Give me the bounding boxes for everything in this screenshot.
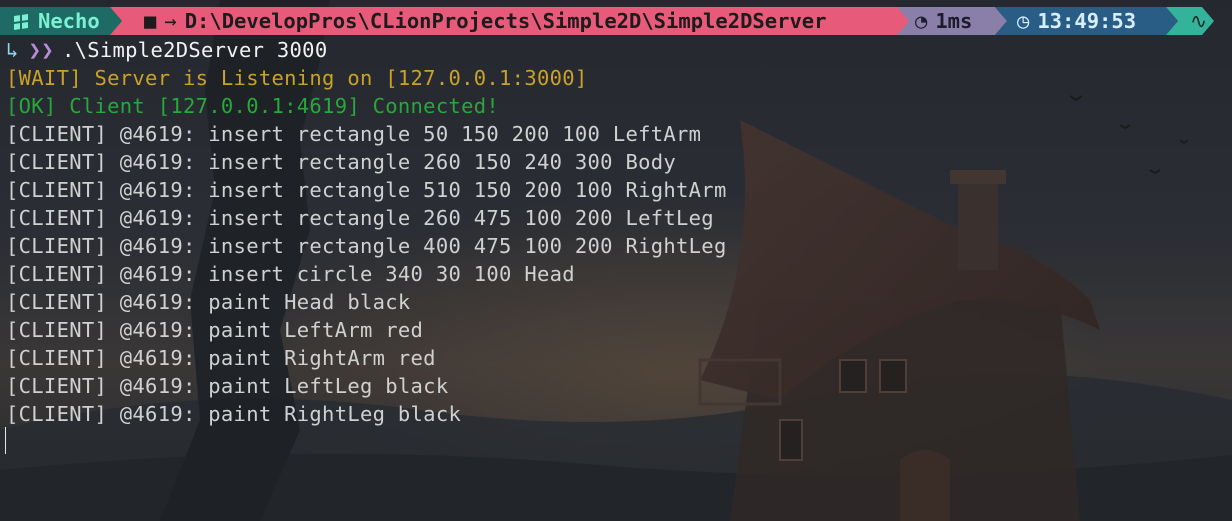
folder-icon: ■ [144, 9, 157, 33]
prompt-time-segment: ◷ 13:49:53 [995, 7, 1178, 35]
prompt-chevron-icon: ❯❯ [28, 38, 54, 62]
output-line-client: [CLIENT] @4619: paint Head black [6, 290, 411, 314]
timer-icon: ◔ [915, 9, 928, 33]
prompt-bar: Necho ■ → D:\DevelopPros\CLionProjects\Sim… [0, 7, 1232, 35]
output-line-client: [CLIENT] @4619: paint RightLeg black [6, 402, 462, 426]
command-line: ↳ ❯❯ .\Simple2DServer 3000 [6, 36, 1226, 64]
arrow-right-icon: → [164, 9, 177, 33]
prompt-user-segment: Necho [0, 7, 122, 35]
command-arg: 3000 [276, 38, 328, 62]
output-line-ok: [OK] Client [127.0.0.1:4619] Connected! [6, 94, 500, 118]
output-line-client: [CLIENT] @4619: insert rectangle 260 475… [6, 206, 714, 230]
text-cursor[interactable] [5, 427, 6, 454]
output-line-client: [CLIENT] @4619: paint LeftLeg black [6, 374, 449, 398]
output-line-client: [CLIENT] @4619: insert rectangle 510 150… [6, 178, 727, 202]
clock-icon: ◷ [1017, 9, 1030, 33]
terminal-output[interactable]: ↳ ❯❯ .\Simple2DServer 3000 [WAIT] Server i… [6, 36, 1226, 428]
prompt-duration: 1ms [935, 9, 973, 33]
output-line-client: [CLIENT] @4619: paint LeftArm red [6, 318, 424, 342]
prompt-path-segment: ■ → D:\DevelopPros\CLionProjects\Simple2D\… [110, 7, 910, 35]
prompt-time: 13:49:53 [1037, 9, 1137, 33]
pulse-icon: ∿ [1190, 9, 1208, 33]
command-name: .\Simple2DServer [61, 38, 265, 62]
prompt-user: Necho [38, 9, 100, 33]
output-line-client: [CLIENT] @4619: insert rectangle 50 150 … [6, 122, 702, 146]
return-arrow-icon: ↳ [6, 38, 19, 62]
output-line-client: [CLIENT] @4619: insert rectangle 400 475… [6, 234, 727, 258]
prompt-duration-segment: ◔ 1ms [897, 7, 1007, 35]
prompt-path: D:\DevelopPros\CLionProjects\Simple2D\Si… [184, 9, 827, 33]
output-line-client: [CLIENT] @4619: insert rectangle 260 150… [6, 150, 677, 174]
output-line-client: [CLIENT] @4619: paint RightArm red [6, 346, 436, 370]
output-line-client: [CLIENT] @4619: insert circle 340 30 100… [6, 262, 575, 286]
windows-icon [14, 14, 28, 30]
output-line-wait: [WAIT] Server is Listening on [127.0.0.1… [6, 66, 588, 90]
